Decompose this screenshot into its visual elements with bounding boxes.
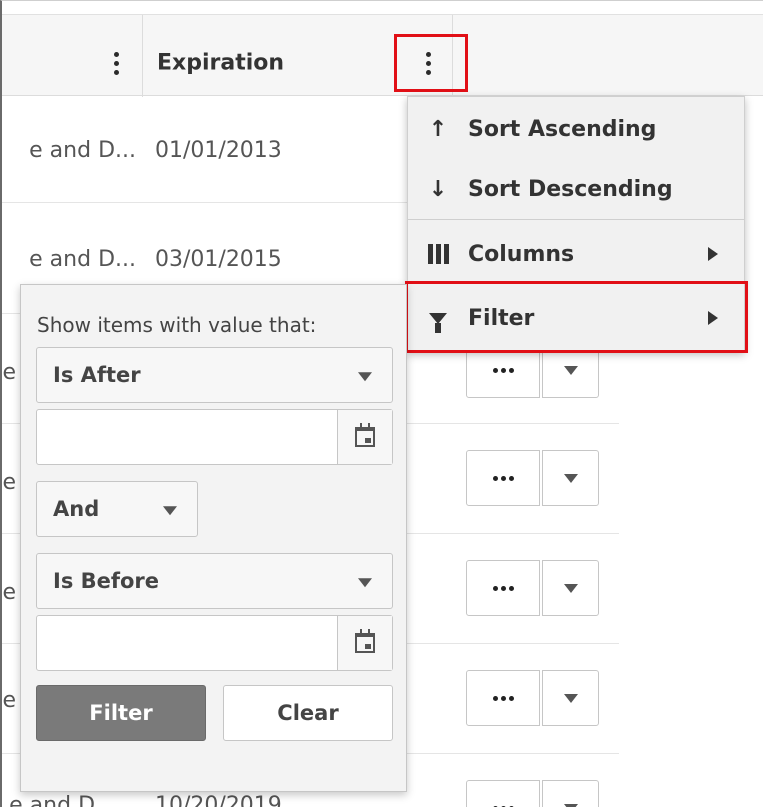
caret-down-icon <box>563 583 578 593</box>
table-row-type-cell: e and D... <box>2 793 122 807</box>
row-actions <box>466 450 599 506</box>
type-cell-text: e and D... <box>29 138 136 163</box>
arrow-down-icon: ↓ <box>428 176 448 202</box>
expiration-cell: 01/01/2013 <box>155 138 282 163</box>
type-cell-text: e and D... <box>29 247 136 272</box>
table-row-type-cell: e <box>2 360 22 400</box>
expiration-column-header[interactable]: Expiration <box>157 51 284 76</box>
columns-icon <box>408 244 468 264</box>
caret-down-icon <box>358 372 372 382</box>
menu-item-label: Filter <box>468 305 535 331</box>
ellipsis-icon <box>492 367 514 373</box>
expiration-column-menu-icon[interactable] <box>413 45 443 81</box>
table-row-type-cell: e <box>2 580 22 620</box>
header-column-separator <box>452 15 453 97</box>
caret-down-icon <box>163 506 177 516</box>
table-row-type-cell: e <box>2 470 22 510</box>
filter-popup: Show items with value that: Is After And… <box>20 284 407 792</box>
row-actions <box>466 780 599 807</box>
row-actions-more-button[interactable] <box>466 560 540 616</box>
second-date-input[interactable] <box>36 615 393 671</box>
caret-down-icon <box>563 803 578 807</box>
calendar-icon <box>355 423 375 447</box>
row-actions <box>466 670 599 726</box>
menu-item-sort-descending[interactable]: ↓ Sort Descending <box>408 159 744 219</box>
caret-down-icon <box>563 693 578 703</box>
select-value: Is Before <box>53 569 160 593</box>
select-value: And <box>53 497 100 521</box>
apply-filter-button[interactable]: Filter <box>36 685 206 741</box>
type-cell-text: e <box>2 580 16 605</box>
table-row-type-cell: e and D... <box>2 247 142 287</box>
logic-select[interactable]: And <box>36 481 198 537</box>
ellipsis-icon <box>492 475 514 481</box>
expiration-cell: 10/20/2019 <box>155 793 282 807</box>
arrow-up-icon: ↑ <box>428 116 448 142</box>
table-row-type-cell: e <box>2 688 22 728</box>
calendar-icon <box>355 629 375 653</box>
clear-filter-button[interactable]: Clear <box>223 685 393 741</box>
grid-header: Expiration <box>2 14 763 97</box>
row-actions-dropdown-button[interactable] <box>542 560 599 616</box>
menu-divider <box>408 219 744 220</box>
menu-item-columns[interactable]: Columns <box>408 224 744 284</box>
menu-item-label: Sort Descending <box>468 176 673 202</box>
row-actions-dropdown-button[interactable] <box>542 450 599 506</box>
expiration-cell: 03/01/2015 <box>155 247 282 272</box>
row-actions <box>466 560 599 616</box>
header-column-separator <box>142 15 143 97</box>
caret-down-icon <box>563 473 578 483</box>
type-cell-text: e <box>2 470 16 495</box>
first-date-input[interactable] <box>36 409 393 465</box>
menu-item-label: Columns <box>468 241 575 267</box>
menu-item-sort-ascending[interactable]: ↑ Sort Ascending <box>408 99 744 159</box>
menu-item-filter[interactable]: Filter <box>408 288 744 348</box>
filter-icon <box>408 312 468 333</box>
select-value: Is After <box>53 363 141 387</box>
type-cell-text: e <box>2 688 16 713</box>
second-operator-select[interactable]: Is Before <box>36 553 393 609</box>
caret-right-icon <box>708 247 718 261</box>
caret-right-icon <box>708 311 718 325</box>
column-menu: ↑ Sort Ascending ↓ Sort Descending Colum… <box>407 96 745 352</box>
type-cell-text: e and D... <box>9 793 116 807</box>
type-cell-text: e <box>2 360 16 385</box>
ellipsis-icon <box>492 585 514 591</box>
row-actions-dropdown-button[interactable] <box>542 780 599 807</box>
row-actions-more-button[interactable] <box>466 670 540 726</box>
filter-prompt: Show items with value that: <box>37 313 317 337</box>
row-actions-more-button[interactable] <box>466 780 540 807</box>
caret-down-icon <box>563 365 578 375</box>
row-actions-more-button[interactable] <box>466 450 540 506</box>
first-operator-select[interactable]: Is After <box>36 347 393 403</box>
row-actions-dropdown-button[interactable] <box>542 670 599 726</box>
ellipsis-icon <box>492 695 514 701</box>
caret-down-icon <box>358 578 372 588</box>
table-row-type-cell: e and D... <box>2 138 142 178</box>
first-date-picker-button[interactable] <box>337 410 392 464</box>
type-column-menu-icon[interactable] <box>101 45 131 81</box>
second-date-picker-button[interactable] <box>337 616 392 670</box>
menu-item-label: Sort Ascending <box>468 116 657 142</box>
